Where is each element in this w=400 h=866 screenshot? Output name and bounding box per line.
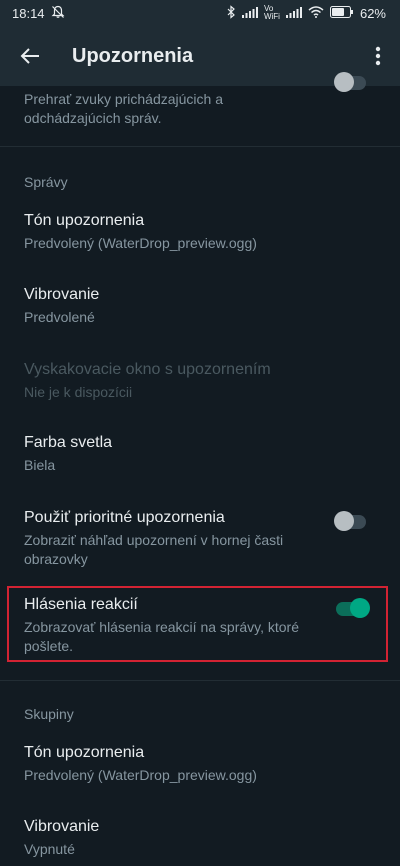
group-vibrate-title: Vibrovanie bbox=[24, 818, 100, 835]
message-vibrate-row[interactable]: Vibrovanie Predvolené bbox=[0, 286, 400, 327]
page-title: Upozornenia bbox=[72, 44, 194, 67]
priority-notifications-subtitle: Zobraziť náhľad upozornení v hornej čast… bbox=[24, 532, 284, 567]
group-vibrate-row[interactable]: Vibrovanie Vypnuté bbox=[0, 818, 400, 859]
group-tone-title: Tón upozornenia bbox=[24, 744, 145, 761]
group-tone-subtitle: Predvolený (WaterDrop_preview.ogg) bbox=[24, 767, 257, 783]
priority-notifications-row[interactable]: Použiť prioritné upozornenia Zobraziť ná… bbox=[0, 509, 400, 569]
back-arrow-icon[interactable] bbox=[18, 44, 42, 68]
highlight-box bbox=[7, 586, 388, 662]
toggle-knob bbox=[334, 72, 354, 92]
wifi-icon bbox=[308, 5, 324, 21]
more-options-icon[interactable] bbox=[366, 44, 390, 68]
group-tone-row[interactable]: Tón upozornenia Predvolený (WaterDrop_pr… bbox=[0, 744, 400, 785]
conversation-sounds-toggle[interactable] bbox=[334, 72, 366, 92]
groups-section-header: Skupiny bbox=[24, 706, 74, 722]
popup-notification-subtitle: Nie je k dispozícii bbox=[24, 384, 133, 400]
message-vibrate-subtitle: Predvolené bbox=[24, 309, 95, 325]
message-tone-title: Tón upozornenia bbox=[24, 212, 145, 229]
section-divider bbox=[0, 146, 400, 147]
mute-bell-icon bbox=[51, 5, 65, 22]
popup-notification-title: Vyskakovacie okno s upozornením bbox=[24, 361, 271, 378]
light-color-subtitle: Biela bbox=[24, 457, 56, 473]
battery-icon bbox=[329, 5, 354, 21]
popup-notification-row: Vyskakovacie okno s upozornením Nie je k… bbox=[0, 361, 400, 402]
status-time: 18:14 bbox=[12, 5, 45, 21]
section-divider bbox=[0, 680, 400, 681]
conversation-sounds-subtitle: Prehrať zvuky prichádzajúcich a odchádza… bbox=[24, 91, 224, 126]
signal-icon bbox=[241, 6, 258, 21]
message-vibrate-title: Vibrovanie bbox=[24, 286, 100, 303]
light-color-row[interactable]: Farba svetla Biela bbox=[0, 434, 400, 475]
battery-percent: 62% bbox=[359, 5, 386, 21]
signal-icon-2 bbox=[285, 6, 302, 21]
light-color-title: Farba svetla bbox=[24, 434, 113, 451]
message-tone-row[interactable]: Tón upozornenia Predvolený (WaterDrop_pr… bbox=[0, 212, 400, 253]
vowifi-indicator: Vo WiFi bbox=[263, 4, 280, 21]
bluetooth-icon bbox=[226, 4, 236, 22]
group-vibrate-subtitle: Vypnuté bbox=[24, 841, 75, 857]
priority-notifications-toggle[interactable] bbox=[334, 511, 366, 531]
messages-section-header: Správy bbox=[24, 174, 68, 190]
toggle-knob bbox=[334, 511, 354, 531]
status-bar: 18:14 Vo WiFi 62% bbox=[0, 0, 400, 26]
message-tone-subtitle: Predvolený (WaterDrop_preview.ogg) bbox=[24, 235, 257, 251]
priority-notifications-title: Použiť prioritné upozornenia bbox=[24, 509, 225, 526]
